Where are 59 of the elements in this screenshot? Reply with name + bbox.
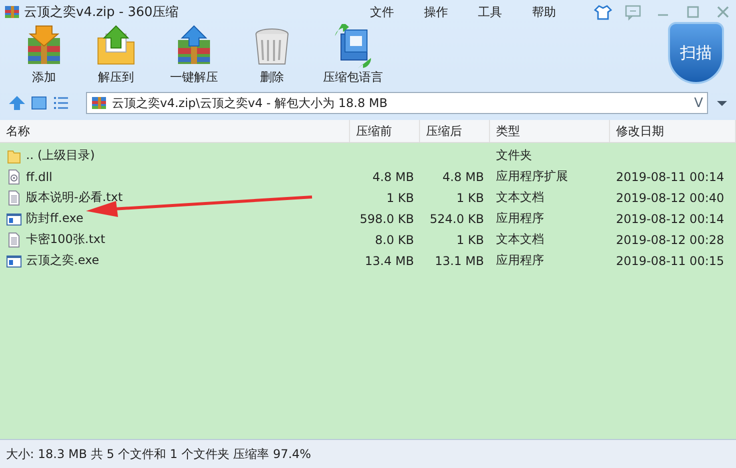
- column-header[interactable]: 压缩前: [350, 120, 420, 142]
- table-cell-text: 文件夹: [495, 147, 533, 164]
- file-name[interactable]: .. (上级目录): [26, 147, 95, 164]
- table-cell-text: 13.4 MB: [364, 254, 415, 268]
- table-cell-text: 应用程序: [495, 252, 545, 269]
- table-cell-text: 1 KB: [455, 232, 485, 246]
- scan-button[interactable]: 扫描: [668, 22, 724, 84]
- toolbar-button[interactable]: 解压到: [80, 24, 152, 86]
- toolbar-button[interactable]: 添加: [8, 24, 80, 86]
- archive-icon: [91, 95, 107, 111]
- folder-icon: [6, 148, 22, 164]
- menu-item[interactable]: 工具: [478, 4, 502, 20]
- column-header[interactable]: 类型: [490, 120, 610, 142]
- message-icon[interactable]: [624, 3, 642, 21]
- status-bar: 大小: 18.3 MB 共 5 个文件和 1 个文件夹 压缩率 97.4%: [0, 439, 736, 468]
- history-mark: V: [694, 96, 703, 110]
- toolbar-button[interactable]: 压缩包语言: [308, 24, 398, 86]
- file-name[interactable]: ff.dll: [26, 170, 52, 184]
- address-field[interactable]: 云顶之奕v4.zip\云顶之奕v4 - 解包大小为 18.8 MB V: [86, 92, 708, 114]
- table-cell-text: 4.8 MB: [442, 170, 485, 184]
- table-cell-text: 2019-08-12 00:40: [615, 190, 726, 204]
- file-icon: [6, 168, 22, 184]
- column-header[interactable]: 名称: [0, 120, 350, 142]
- list-view-icon[interactable]: [52, 94, 70, 112]
- shirt-icon[interactable]: [594, 3, 612, 21]
- window-title: 云顶之奕v4.zip - 360压缩: [24, 4, 180, 21]
- table-cell-text: 应用程序扩展: [495, 168, 569, 185]
- column-header[interactable]: 修改日期: [610, 120, 736, 142]
- file-name[interactable]: 云顶之奕.exe: [26, 252, 100, 269]
- table-cell-text: 1 KB: [385, 190, 415, 204]
- table-cell-text: 文本文档: [495, 189, 545, 206]
- table-cell-text: 1 KB: [455, 190, 485, 204]
- table-cell-text: 2019-08-11 00:15: [615, 254, 726, 268]
- table-cell-text: 2019-08-12 00:28: [615, 232, 726, 246]
- archive-icon: [4, 4, 20, 20]
- toolbar-button[interactable]: 一键解压: [152, 24, 236, 86]
- file-name[interactable]: 防封ff.exe: [26, 210, 84, 227]
- table-cell-text: 2019-08-12 00:14: [615, 212, 726, 226]
- file-icon: [6, 190, 22, 206]
- menu-item[interactable]: 文件: [370, 4, 394, 20]
- toolbar-button[interactable]: 删除: [236, 24, 308, 86]
- file-icon: [6, 252, 22, 268]
- file-icon: [6, 210, 22, 226]
- table-cell-text: 4.8 MB: [372, 170, 415, 184]
- thumbnail-view-icon[interactable]: [30, 94, 48, 112]
- up-arrow-icon[interactable]: [8, 94, 26, 112]
- file-icon: [6, 232, 22, 248]
- table-cell-text: 文本文档: [495, 231, 545, 248]
- table-cell-text: 598.0 KB: [358, 212, 415, 226]
- menu-item[interactable]: 帮助: [532, 4, 556, 20]
- file-name[interactable]: 版本说明-必看.txt: [26, 189, 123, 206]
- column-header[interactable]: 压缩后: [420, 120, 490, 142]
- table-cell-text: 应用程序: [495, 210, 545, 227]
- table-cell-text: 2019-08-11 00:14: [615, 170, 726, 184]
- table-cell-text: 13.1 MB: [434, 254, 485, 268]
- file-name[interactable]: 卡密100张.txt: [26, 231, 106, 248]
- menu-item[interactable]: 操作: [424, 4, 448, 20]
- table-cell-text: 524.0 KB: [428, 212, 485, 226]
- table-cell-text: 8.0 KB: [374, 232, 415, 246]
